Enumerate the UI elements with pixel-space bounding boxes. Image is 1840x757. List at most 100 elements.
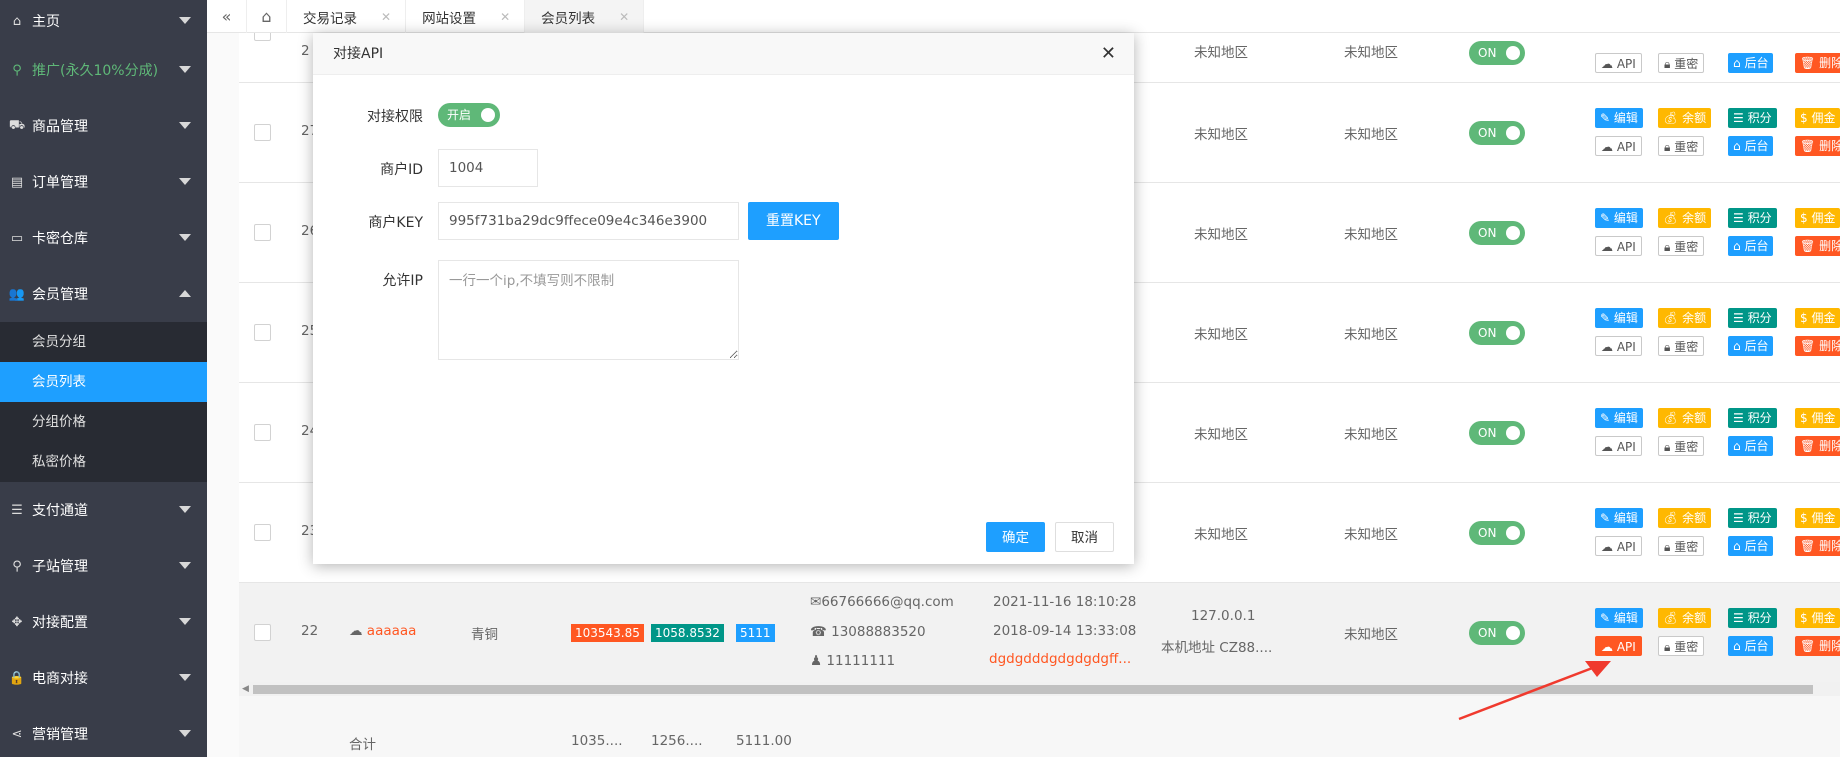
- edit-button[interactable]: ✎ 编辑: [1595, 208, 1643, 228]
- balance-button[interactable]: 💰︎ 余额: [1658, 508, 1712, 528]
- perm-switch[interactable]: 开启: [438, 103, 500, 127]
- row-checkbox[interactable]: [254, 624, 271, 641]
- merchant-id-input[interactable]: [438, 149, 538, 187]
- cancel-button[interactable]: 取消: [1055, 522, 1114, 552]
- points-button[interactable]: ☰ 积分: [1728, 308, 1777, 328]
- commission-button[interactable]: $ 佣金: [1795, 408, 1840, 428]
- api-button[interactable]: ☁ API: [1595, 636, 1642, 656]
- commission-button[interactable]: $ 佣金: [1795, 208, 1840, 228]
- row-checkbox[interactable]: [254, 224, 271, 241]
- status-toggle[interactable]: ON: [1469, 221, 1525, 245]
- sidebar-subitem-member-group[interactable]: 会员分组: [0, 322, 207, 362]
- points-button[interactable]: ☰ 积分: [1728, 108, 1777, 128]
- points-button[interactable]: ☰ 积分: [1728, 208, 1777, 228]
- tab-site-settings[interactable]: 网站设置 ✕: [406, 0, 526, 33]
- points-button[interactable]: ☰ 积分: [1728, 508, 1777, 528]
- admin-button[interactable]: ⌂ 后台: [1728, 536, 1774, 556]
- status-toggle[interactable]: ON: [1469, 621, 1525, 645]
- sidebar-item-ecommerce[interactable]: 🔒 电商对接: [0, 650, 207, 706]
- confirm-button[interactable]: 确定: [986, 522, 1045, 552]
- balance-button[interactable]: 💰︎ 余额: [1658, 608, 1712, 628]
- admin-button[interactable]: ⌂ 后台: [1728, 436, 1774, 456]
- delete-button[interactable]: 🗑︎ 删除: [1795, 536, 1840, 556]
- status-toggle[interactable]: ON: [1469, 521, 1525, 545]
- status-toggle[interactable]: ON: [1469, 321, 1525, 345]
- row-checkbox[interactable]: [254, 524, 271, 541]
- balance-button[interactable]: 💰︎ 余额: [1658, 208, 1712, 228]
- sidebar-item-members[interactable]: 👥 会员管理: [0, 266, 207, 322]
- balance-button[interactable]: 💰︎ 余额: [1658, 108, 1712, 128]
- api-button[interactable]: ☁ API: [1595, 536, 1642, 556]
- reset-password-button[interactable]: 🔒︎ 重密: [1658, 436, 1705, 456]
- delete-button[interactable]: 🗑︎ 删除: [1795, 336, 1840, 356]
- commission-button[interactable]: $ 佣金: [1795, 608, 1840, 628]
- sidebar-item-home[interactable]: ⌂ 主页: [0, 0, 207, 42]
- reset-key-button[interactable]: 重置KEY: [748, 202, 839, 240]
- sidebar-item-payment[interactable]: ☰ 支付通道: [0, 482, 207, 538]
- delete-button[interactable]: 🗑︎ 删除: [1795, 236, 1840, 256]
- row-checkbox[interactable]: [254, 324, 271, 341]
- points-button[interactable]: ☰ 积分: [1728, 408, 1777, 428]
- sidebar-item-cards[interactable]: ▭ 卡密仓库: [0, 210, 207, 266]
- commission-button[interactable]: $ 佣金: [1795, 508, 1840, 528]
- delete-button[interactable]: 🗑︎ 删除: [1795, 436, 1840, 456]
- edit-button[interactable]: ✎ 编辑: [1595, 108, 1643, 128]
- close-icon[interactable]: ✕: [381, 10, 391, 24]
- sidebar-item-substation[interactable]: ⚲ 子站管理: [0, 538, 207, 594]
- status-toggle[interactable]: ON: [1469, 41, 1525, 65]
- member-name[interactable]: ☁ aaaaaa: [349, 623, 416, 639]
- balance-button[interactable]: 💰︎ 余额: [1658, 308, 1712, 328]
- status-toggle[interactable]: ON: [1469, 121, 1525, 145]
- allow-ip-textarea[interactable]: [438, 260, 739, 360]
- api-button[interactable]: ☁ API: [1595, 53, 1642, 73]
- row-checkbox[interactable]: [254, 33, 271, 41]
- api-button[interactable]: ☁ API: [1595, 236, 1642, 256]
- merchant-key-input[interactable]: [438, 202, 739, 240]
- scroll-left-icon[interactable]: ◀: [242, 684, 249, 694]
- sidebar-item-label: 卡密仓库: [32, 231, 88, 247]
- admin-button[interactable]: ⌂ 后台: [1728, 636, 1774, 656]
- reset-password-button[interactable]: 🔒︎ 重密: [1658, 536, 1705, 556]
- sidebar-subitem-member-list[interactable]: 会员列表: [0, 362, 207, 402]
- row-checkbox[interactable]: [254, 424, 271, 441]
- points-button[interactable]: ☰ 积分: [1728, 608, 1777, 628]
- tab-transactions[interactable]: 交易记录 ✕: [287, 0, 407, 33]
- status-toggle[interactable]: ON: [1469, 421, 1525, 445]
- api-button[interactable]: ☁ API: [1595, 136, 1642, 156]
- admin-button[interactable]: ⌂ 后台: [1728, 336, 1774, 356]
- edit-button[interactable]: ✎ 编辑: [1595, 508, 1643, 528]
- commission-button[interactable]: $ 佣金: [1795, 108, 1840, 128]
- reset-password-button[interactable]: 🔒︎ 重密: [1658, 53, 1705, 73]
- reset-password-button[interactable]: 🔒︎ 重密: [1658, 336, 1705, 356]
- collapse-sidebar-icon[interactable]: «: [207, 0, 247, 33]
- reset-password-button[interactable]: 🔒︎ 重密: [1658, 636, 1705, 656]
- delete-button[interactable]: 🗑︎ 删除: [1795, 636, 1840, 656]
- sidebar-item-goods[interactable]: ⛟ 商品管理: [0, 98, 207, 154]
- close-icon[interactable]: ✕: [619, 10, 629, 24]
- tab-member-list[interactable]: 会员列表 ✕: [525, 0, 645, 33]
- balance-button[interactable]: 💰︎ 余额: [1658, 408, 1712, 428]
- row-checkbox[interactable]: [254, 124, 271, 141]
- sidebar-item-promo[interactable]: ⚲ 推广(永久10%分成): [0, 42, 207, 98]
- sidebar-item-orders[interactable]: ▤ 订单管理: [0, 154, 207, 210]
- admin-button[interactable]: ⌂ 后台: [1728, 53, 1774, 73]
- home-tab-icon[interactable]: ⌂: [247, 0, 287, 33]
- reset-password-button[interactable]: 🔒︎ 重密: [1658, 136, 1705, 156]
- close-icon[interactable]: ✕: [1101, 33, 1116, 75]
- api-button[interactable]: ☁ API: [1595, 336, 1642, 356]
- delete-button[interactable]: 🗑︎ 删除: [1795, 136, 1840, 156]
- sidebar-subitem-group-price[interactable]: 分组价格: [0, 402, 207, 442]
- delete-button[interactable]: 🗑︎ 删除: [1795, 53, 1840, 73]
- edit-button[interactable]: ✎ 编辑: [1595, 408, 1643, 428]
- sidebar-item-marketing[interactable]: ⋖ 营销管理: [0, 706, 207, 757]
- api-button[interactable]: ☁ API: [1595, 436, 1642, 456]
- admin-button[interactable]: ⌂ 后台: [1728, 136, 1774, 156]
- edit-button[interactable]: ✎ 编辑: [1595, 608, 1643, 628]
- sidebar-subitem-private-price[interactable]: 私密价格: [0, 442, 207, 482]
- admin-button[interactable]: ⌂ 后台: [1728, 236, 1774, 256]
- close-icon[interactable]: ✕: [500, 10, 510, 24]
- sidebar-item-docking[interactable]: ✥ 对接配置: [0, 594, 207, 650]
- reset-password-button[interactable]: 🔒︎ 重密: [1658, 236, 1705, 256]
- edit-button[interactable]: ✎ 编辑: [1595, 308, 1643, 328]
- commission-button[interactable]: $ 佣金: [1795, 308, 1840, 328]
